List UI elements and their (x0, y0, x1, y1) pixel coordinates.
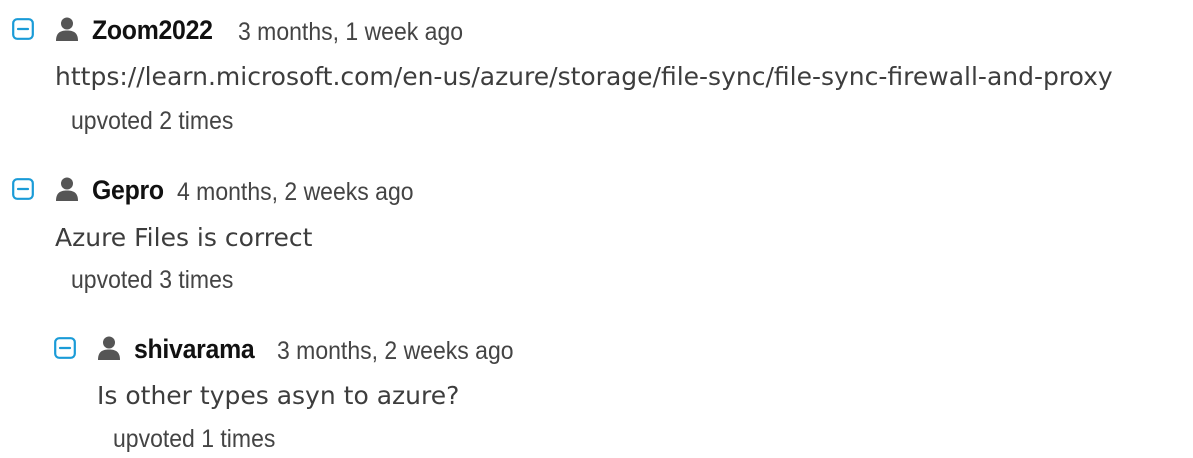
collapse-minus-icon[interactable] (12, 18, 34, 40)
comment-username[interactable]: Gepro (92, 174, 164, 206)
user-icon (56, 177, 78, 201)
comment: Gepro 4 months, 2 weeks ago Azure Files … (12, 174, 1187, 299)
comment-header: shivarama 3 months, 2 weeks ago (54, 333, 1184, 367)
comment-username[interactable]: Zoom2022 (92, 14, 213, 46)
comment-username[interactable]: shivarama (134, 333, 255, 365)
comment-date: 3 months, 1 week ago (238, 18, 464, 46)
comment-header: Gepro 4 months, 2 weeks ago (12, 174, 1187, 208)
comment-content: Is other types asyn to azure? (97, 381, 460, 410)
comment-header: Zoom2022 3 months, 1 week ago (12, 14, 1187, 48)
user-icon (56, 17, 78, 41)
comment: Zoom2022 3 months, 1 week ago https://le… (12, 14, 1187, 139)
comment-votes: upvoted 1 times (113, 425, 276, 453)
comment-votes: upvoted 2 times (71, 107, 234, 135)
comment-date: 3 months, 2 weeks ago (277, 337, 514, 365)
comment-content: Azure Files is correct (55, 223, 313, 252)
collapse-minus-icon[interactable] (54, 337, 76, 359)
reply-comment: shivarama 3 months, 2 weeks ago Is other… (54, 333, 1184, 458)
comment-content: https://learn.microsoft.com/en-us/azure/… (55, 62, 1113, 91)
collapse-minus-icon[interactable] (12, 178, 34, 200)
user-icon (98, 336, 120, 360)
comment-date: 4 months, 2 weeks ago (177, 178, 414, 206)
comment-votes: upvoted 3 times (71, 266, 234, 294)
